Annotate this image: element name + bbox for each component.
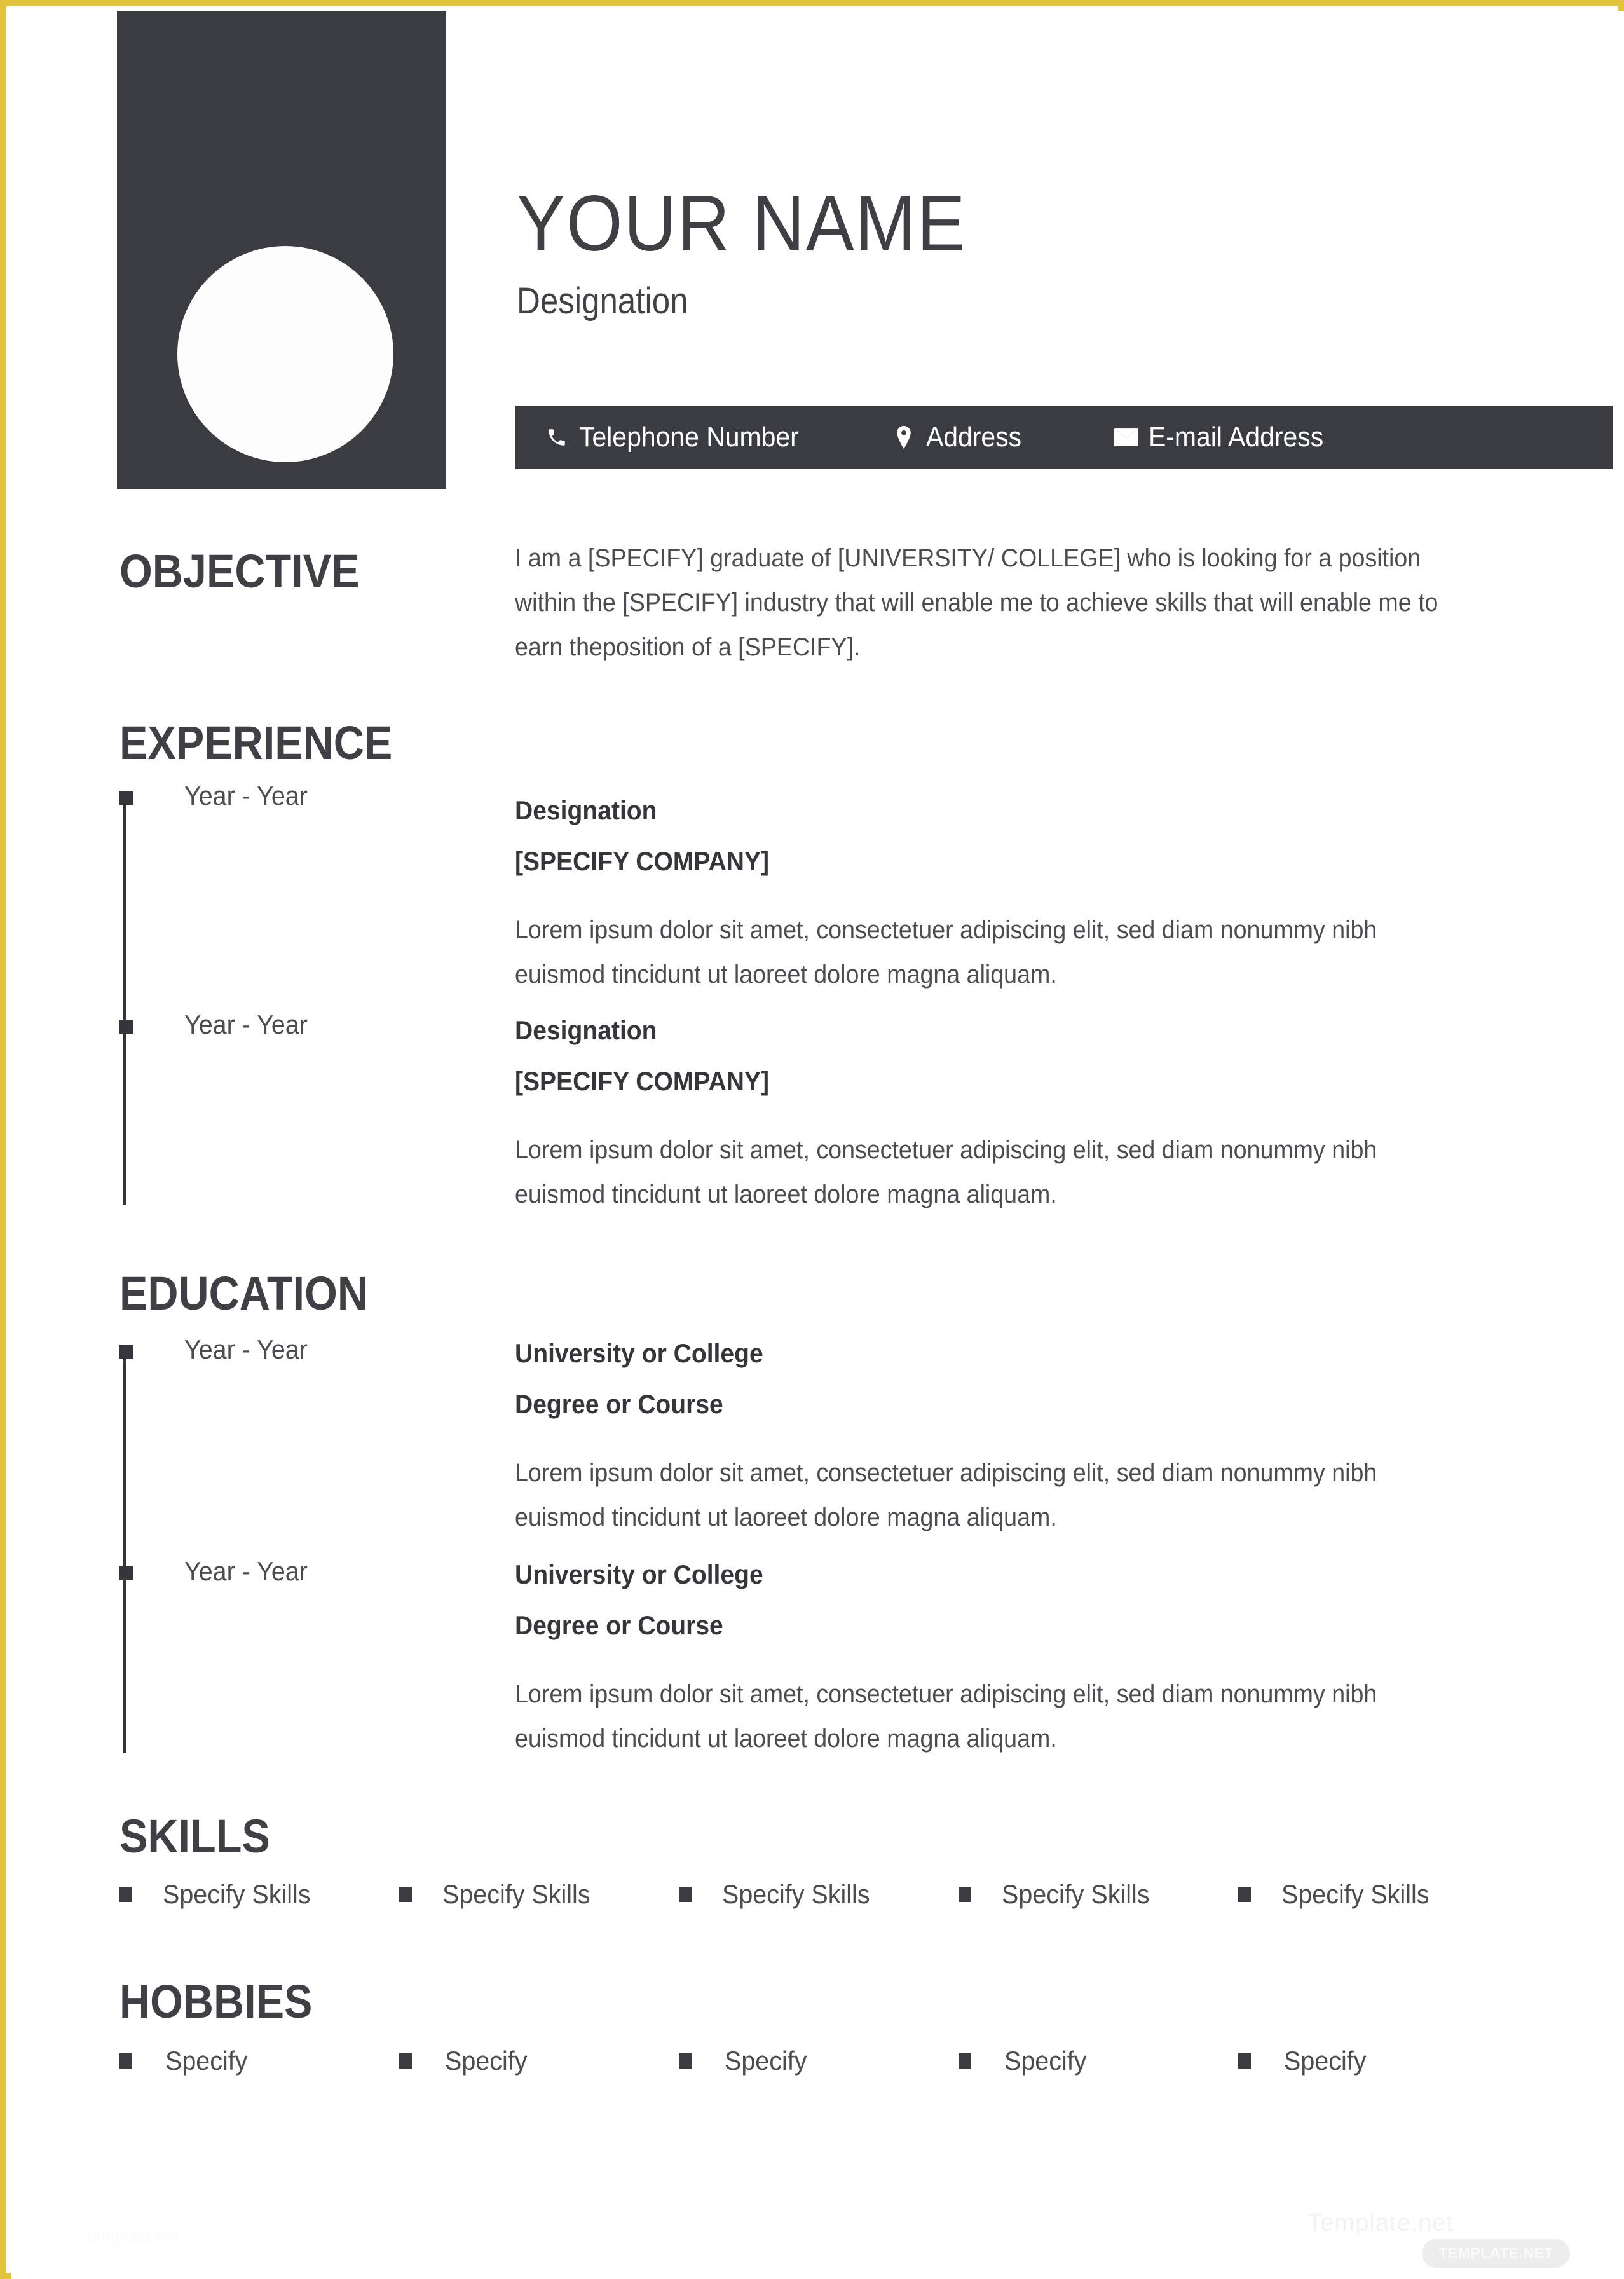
experience-entry: Designation [SPECIFY COMPANY] Lorem ipsu… [515,797,1519,997]
experience-description: Lorem ipsum dolor sit amet, consectetuer… [515,916,1377,989]
skill-label: Specify Skills [442,1879,590,1909]
contact-item-address[interactable]: Address [892,421,1028,453]
timeline-marker [119,1020,133,1034]
skill-label: Specify Skills [1002,1879,1150,1909]
education-timeline-line [123,1346,126,1753]
hobby-item: Specify [1238,2046,1518,2076]
education-description: Lorem ipsum dolor sit amet, consectetuer… [515,1459,1377,1531]
skill-label: Specify Skills [722,1879,870,1909]
square-bullet-icon [959,1887,971,1902]
contact-item-email[interactable]: E-mail Address [1114,421,1337,453]
education-year: Year - Year [184,1334,308,1364]
hobby-item: Specify [119,2046,399,2076]
hobby-label: Specify [165,2046,248,2076]
square-bullet-icon [1238,1887,1251,1902]
square-bullet-icon [679,2053,692,2069]
experience-timeline-line [123,792,126,1205]
experience-title: Designation [515,795,657,825]
square-bullet-icon [679,1887,692,1902]
experience-title: Designation [515,1015,657,1045]
skills-list: Specify Skills Specify Skills Specify Sk… [119,1879,1518,1910]
section-heading-education: EDUCATION [119,1267,368,1320]
skill-item: Specify Skills [399,1879,679,1910]
hobby-label: Specify [725,2046,807,2076]
contact-bar: Telephone Number Address E-mail Address [515,406,1613,469]
square-bullet-icon [959,2053,971,2069]
timeline-marker [119,1566,133,1580]
skill-item: Specify Skills [679,1879,959,1910]
education-degree: Degree or Course [515,1389,723,1419]
envelope-icon [1114,425,1139,449]
contact-item-telephone[interactable]: Telephone Number [545,421,815,453]
photo-panel [117,11,446,489]
skill-item: Specify Skills [959,1879,1238,1910]
education-degree: Degree or Course [515,1610,723,1640]
skill-label: Specify Skills [163,1879,311,1909]
hobby-item: Specify [679,2046,959,2076]
hobby-label: Specify [1004,2046,1087,2076]
education-institution: University or College [515,1338,763,1368]
hobby-label: Specify [1284,2046,1367,2076]
section-heading-objective: OBJECTIVE [119,545,360,598]
hobby-label: Specify [445,2046,528,2076]
skill-item: Specify Skills [119,1879,399,1910]
location-icon [892,425,916,449]
education-description: Lorem ipsum dolor sit amet, consectetuer… [515,1680,1377,1753]
resume-page: YOUR NAME Designation Telephone Number A… [11,11,1624,2279]
section-heading-experience: EXPERIENCE [119,716,393,769]
experience-entry: Designation [SPECIFY COMPANY] Lorem ipsu… [515,1017,1519,1217]
contact-label-email: E-mail Address [1149,421,1324,453]
section-heading-skills: SKILLS [119,1810,270,1863]
designation-subtitle: Designation [517,280,688,322]
square-bullet-icon [119,1887,132,1902]
page-gold-frame: YOUR NAME Designation Telephone Number A… [0,0,1624,2279]
contact-label-address: Address [925,421,1021,453]
hobby-item: Specify [399,2046,679,2076]
section-heading-hobbies: HOBBIES [119,1975,313,2028]
experience-description: Lorem ipsum dolor sit amet, consectetuer… [515,1136,1377,1208]
square-bullet-icon [1238,2053,1251,2069]
timeline-marker [119,1345,133,1359]
hobbies-list: Specify Specify Specify Specify Specify [119,2046,1518,2076]
watermark-text: Template.net [1307,2210,1454,2236]
contact-label-telephone: Telephone Number [579,421,799,453]
skill-item: Specify Skills [1238,1879,1518,1910]
phone-icon [545,425,569,449]
square-bullet-icon [119,2053,132,2069]
avatar-placeholder [177,246,393,462]
education-entry: University or College Degree or Course L… [515,1561,1519,1761]
experience-company: [SPECIFY COMPANY] [515,846,770,876]
education-year: Year - Year [184,1556,308,1586]
experience-year: Year - Year [184,1009,308,1039]
name-block: YOUR NAME Designation [517,184,1610,322]
timeline-marker [119,791,133,805]
watermark-bottom-left: template.net [88,2226,179,2245]
watermark-badge: TEMPLATE.NET [1422,2239,1570,2268]
objective-text: I am a [SPECIFY] graduate of [UNIVERSITY… [515,544,1438,661]
experience-year: Year - Year [184,781,308,811]
experience-company: [SPECIFY COMPANY] [515,1066,770,1096]
skill-label: Specify Skills [1281,1879,1430,1909]
hobby-item: Specify [959,2046,1238,2076]
page-title: YOUR NAME [517,180,967,268]
square-bullet-icon [399,1887,412,1902]
square-bullet-icon [399,2053,412,2069]
education-institution: University or College [515,1559,763,1589]
education-entry: University or College Degree or Course L… [515,1340,1519,1540]
